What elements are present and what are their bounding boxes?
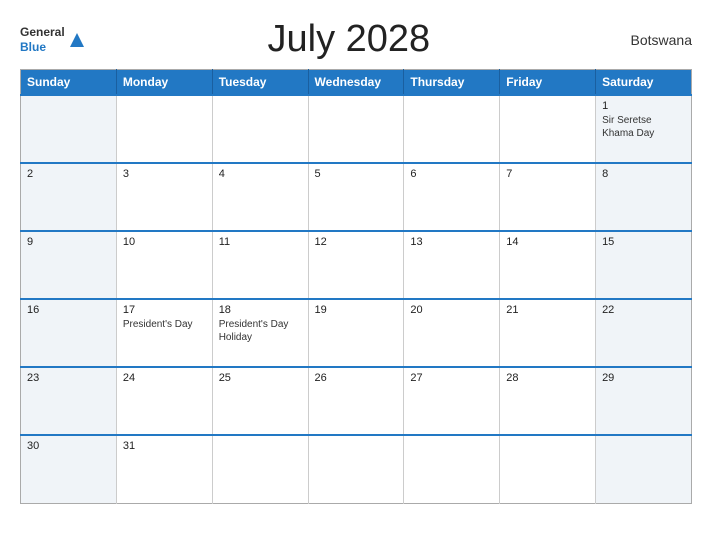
day-number: 23 xyxy=(27,372,110,384)
calendar-cell xyxy=(212,95,308,163)
col-sunday: Sunday xyxy=(21,70,117,96)
calendar-cell: 3 xyxy=(116,163,212,231)
calendar-cell: 31 xyxy=(116,435,212,503)
calendar-cell xyxy=(308,435,404,503)
calendar-cell: 7 xyxy=(500,163,596,231)
day-number: 17 xyxy=(123,304,206,316)
day-number: 15 xyxy=(602,236,685,248)
logo: General Blue xyxy=(20,25,86,54)
day-number: 28 xyxy=(506,372,589,384)
calendar-cell xyxy=(116,95,212,163)
day-number: 25 xyxy=(219,372,302,384)
header: General Blue July 2028 Botswana xyxy=(20,18,692,61)
calendar-cell: 21 xyxy=(500,299,596,367)
calendar-cell: 25 xyxy=(212,367,308,435)
calendar-cell: 18 President's Day Holiday xyxy=(212,299,308,367)
day-number: 21 xyxy=(506,304,589,316)
day-number: 19 xyxy=(315,304,398,316)
day-number: 31 xyxy=(123,440,206,452)
calendar-cell: 29 xyxy=(596,367,692,435)
page-title: July 2028 xyxy=(86,18,612,61)
calendar-cell xyxy=(308,95,404,163)
col-wednesday: Wednesday xyxy=(308,70,404,96)
calendar-cell: 8 xyxy=(596,163,692,231)
day-number: 5 xyxy=(315,168,398,180)
event-label: Sir Seretse Khama Day xyxy=(602,115,654,139)
day-number: 26 xyxy=(315,372,398,384)
day-number: 27 xyxy=(410,372,493,384)
calendar-week-1: 1 Sir Seretse Khama Day xyxy=(21,95,692,163)
calendar-cell: 2 xyxy=(21,163,117,231)
calendar-cell xyxy=(21,95,117,163)
day-number: 1 xyxy=(602,100,685,112)
calendar-cell: 24 xyxy=(116,367,212,435)
calendar-cell: 14 xyxy=(500,231,596,299)
calendar-cell: 6 xyxy=(404,163,500,231)
calendar-cell: 15 xyxy=(596,231,692,299)
day-number: 3 xyxy=(123,168,206,180)
day-number: 20 xyxy=(410,304,493,316)
col-saturday: Saturday xyxy=(596,70,692,96)
weekday-header-row: Sunday Monday Tuesday Wednesday Thursday… xyxy=(21,70,692,96)
event-label: President's Day xyxy=(123,319,193,330)
calendar-cell: 27 xyxy=(404,367,500,435)
calendar-cell: 17 President's Day xyxy=(116,299,212,367)
calendar-cell: 13 xyxy=(404,231,500,299)
day-number: 29 xyxy=(602,372,685,384)
day-number: 13 xyxy=(410,236,493,248)
calendar-cell: 23 xyxy=(21,367,117,435)
calendar-week-3: 9 10 11 12 13 14 15 xyxy=(21,231,692,299)
calendar-cell xyxy=(212,435,308,503)
calendar-table: Sunday Monday Tuesday Wednesday Thursday… xyxy=(20,69,692,504)
calendar-week-6: 30 31 xyxy=(21,435,692,503)
calendar-cell: 16 xyxy=(21,299,117,367)
day-number: 6 xyxy=(410,168,493,180)
calendar-cell: 30 xyxy=(21,435,117,503)
calendar-cell: 9 xyxy=(21,231,117,299)
day-number: 2 xyxy=(27,168,110,180)
calendar-cell: 5 xyxy=(308,163,404,231)
calendar-cell: 10 xyxy=(116,231,212,299)
day-number: 11 xyxy=(219,236,302,248)
day-number: 14 xyxy=(506,236,589,248)
logo-general-text: General xyxy=(20,25,65,39)
calendar-cell: 12 xyxy=(308,231,404,299)
col-tuesday: Tuesday xyxy=(212,70,308,96)
calendar-cell: 28 xyxy=(500,367,596,435)
day-number: 7 xyxy=(506,168,589,180)
calendar-cell: 20 xyxy=(404,299,500,367)
calendar-week-4: 16 17 President's Day 18 President's Day Hol… xyxy=(21,299,692,367)
day-number: 12 xyxy=(315,236,398,248)
day-number: 30 xyxy=(27,440,110,452)
calendar-week-5: 23 24 25 26 27 28 29 xyxy=(21,367,692,435)
country-label: Botswana xyxy=(612,32,692,48)
calendar-cell xyxy=(404,435,500,503)
calendar-cell: 1 Sir Seretse Khama Day xyxy=(596,95,692,163)
calendar-cell: 26 xyxy=(308,367,404,435)
calendar-cell xyxy=(500,435,596,503)
day-number: 4 xyxy=(219,168,302,180)
day-number: 16 xyxy=(27,304,110,316)
event-label: President's Day Holiday xyxy=(219,319,289,343)
logo-icon xyxy=(68,31,86,49)
day-number: 10 xyxy=(123,236,206,248)
calendar-cell: 22 xyxy=(596,299,692,367)
col-monday: Monday xyxy=(116,70,212,96)
calendar-page: General Blue July 2028 Botswana Sunday M… xyxy=(0,0,712,550)
day-number: 22 xyxy=(602,304,685,316)
calendar-cell: 11 xyxy=(212,231,308,299)
day-number: 18 xyxy=(219,304,302,316)
calendar-cell xyxy=(500,95,596,163)
calendar-week-2: 2 3 4 56 7 8 xyxy=(21,163,692,231)
day-number: 24 xyxy=(123,372,206,384)
calendar-cell xyxy=(596,435,692,503)
calendar-cell xyxy=(404,95,500,163)
logo-blue-text: Blue xyxy=(20,40,65,54)
col-friday: Friday xyxy=(500,70,596,96)
day-number: 8 xyxy=(602,168,685,180)
day-number: 9 xyxy=(27,236,110,248)
col-thursday: Thursday xyxy=(404,70,500,96)
calendar-cell: 19 xyxy=(308,299,404,367)
calendar-cell: 4 xyxy=(212,163,308,231)
